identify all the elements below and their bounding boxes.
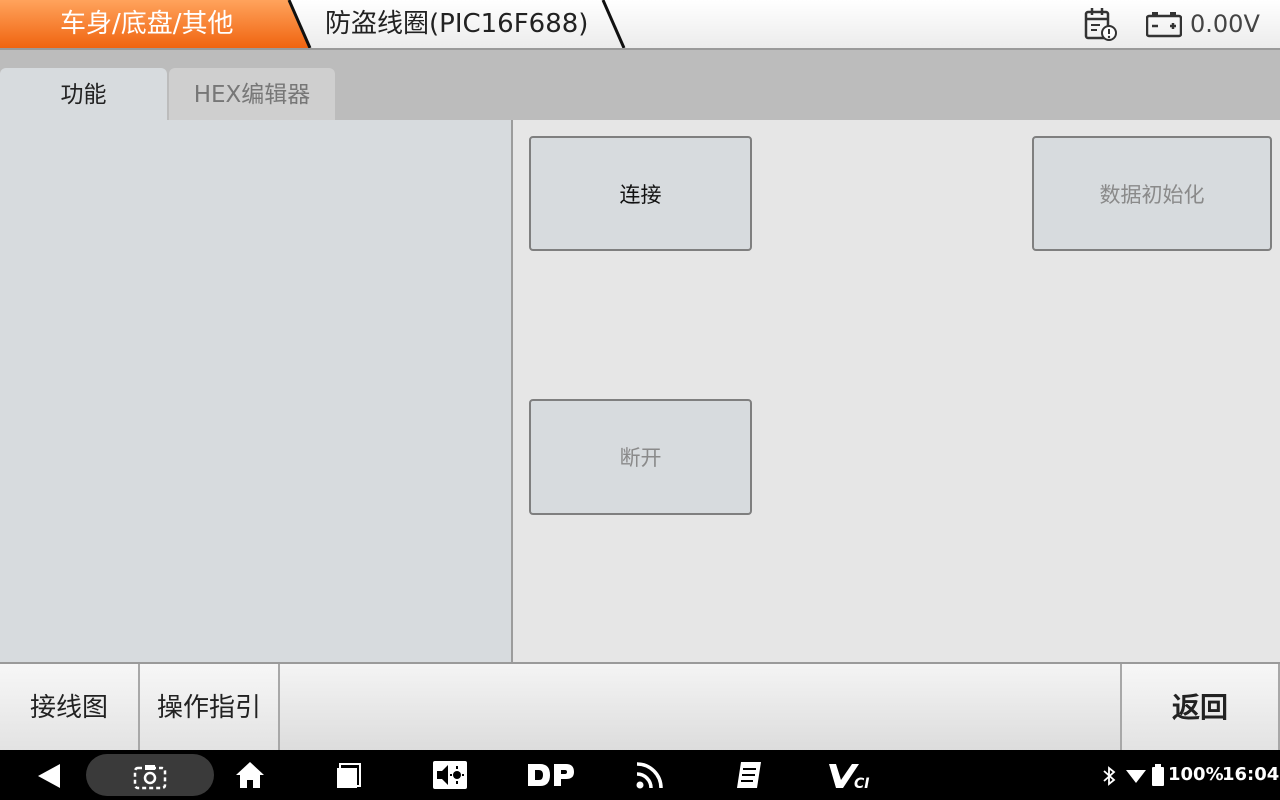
notes-icon[interactable] <box>735 760 765 790</box>
tab-function[interactable]: 功能 <box>0 68 167 120</box>
breadcrumb-category[interactable]: 车身/底盘/其他 <box>60 0 234 48</box>
bluetooth-icon <box>1103 766 1116 786</box>
system-nav-bar: CI 100% 16:04 <box>0 750 1280 800</box>
recents-icon[interactable] <box>334 762 364 790</box>
connect-button[interactable]: 连接 <box>529 136 752 251</box>
screenshot-icon[interactable] <box>133 762 167 790</box>
tab-bar: 功能 HEX编辑器 <box>0 50 1280 120</box>
wifi-icon <box>1126 770 1146 783</box>
info-panel <box>0 120 511 662</box>
vci-icon[interactable]: CI <box>828 762 872 790</box>
dp-icon[interactable] <box>526 762 576 788</box>
init-data-button[interactable]: 数据初始化 <box>1032 136 1272 251</box>
battery-percent: 100% <box>1168 764 1224 785</box>
back-icon[interactable] <box>34 762 64 790</box>
page-title: 防盗线圈(PIC16F688) <box>325 9 589 39</box>
back-button[interactable]: 返回 <box>1120 664 1280 752</box>
calendar-alert-icon[interactable] <box>1082 6 1118 42</box>
clock: 16:04 <box>1222 764 1280 785</box>
voltage-readout: 0.00V <box>1190 10 1260 38</box>
car-battery-icon <box>1146 12 1182 38</box>
function-panel: 连接 数据初始化 断开 <box>513 120 1280 662</box>
volume-brightness-icon[interactable] <box>432 760 468 790</box>
battery-icon <box>1152 764 1164 786</box>
operation-guide-button[interactable]: 操作指引 <box>140 664 280 752</box>
home-icon[interactable] <box>234 760 266 790</box>
tab-hex-editor[interactable]: HEX编辑器 <box>169 68 335 120</box>
disconnect-button[interactable]: 断开 <box>529 399 752 515</box>
rss-icon[interactable] <box>635 760 665 790</box>
wiring-diagram-button[interactable]: 接线图 <box>0 664 140 752</box>
title-bar: 车身/底盘/其他 防盗线圈(PIC16F688) 0.00V <box>0 0 1280 50</box>
svg-text:CI: CI <box>854 776 869 790</box>
bottom-toolbar: 接线图 操作指引 返回 <box>0 662 1280 752</box>
